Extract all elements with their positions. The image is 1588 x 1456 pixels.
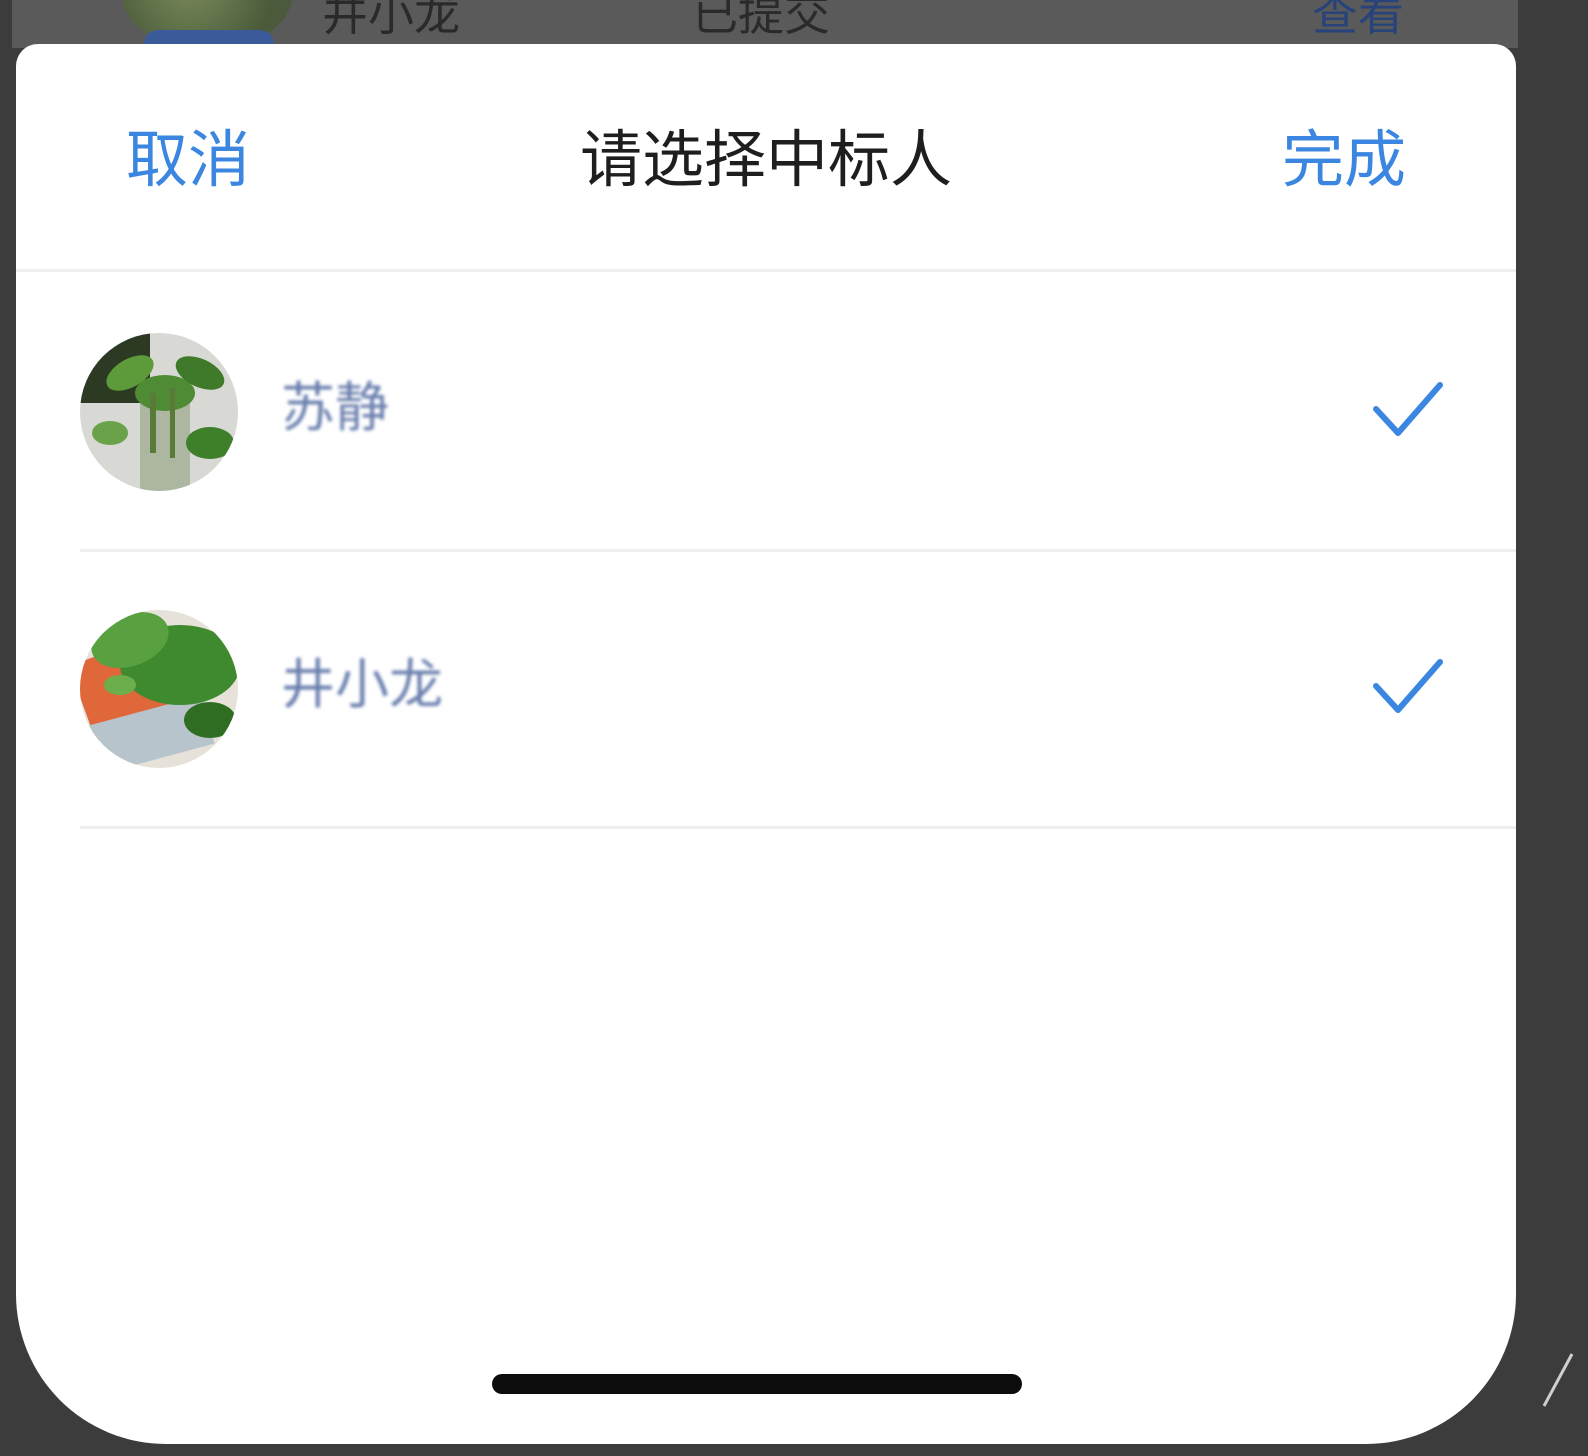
background-view-link: 查看 bbox=[1312, 0, 1404, 41]
corner-edge-line bbox=[1542, 1353, 1574, 1407]
sheet-header: 取消 请选择中标人 完成 bbox=[16, 44, 1516, 272]
list-item[interactable]: 井小龙 bbox=[16, 552, 1516, 829]
background-list-row: 井小龙 已提交 查看 bbox=[12, 0, 1518, 48]
checkmark-icon bbox=[1372, 379, 1444, 441]
avatar-plant-vase-icon bbox=[80, 333, 238, 491]
background-status: 已提交 bbox=[692, 0, 830, 41]
item-name: 井小龙 bbox=[281, 653, 443, 716]
selection-sheet: 取消 请选择中标人 完成 苏静 井小龙 bbox=[16, 44, 1516, 1444]
done-button[interactable]: 完成 bbox=[1282, 120, 1406, 200]
screen: 井小龙 已提交 查看 取消 请选择中标人 完成 苏静 井小龙 bbox=[0, 0, 1588, 1456]
checkmark-icon bbox=[1372, 656, 1444, 718]
avatar-plant-leaves-icon bbox=[80, 610, 238, 768]
bidder-list: 苏静 井小龙 bbox=[16, 275, 1516, 829]
home-indicator bbox=[492, 1374, 1022, 1394]
avatar bbox=[80, 610, 238, 768]
avatar bbox=[80, 333, 238, 491]
list-item[interactable]: 苏静 bbox=[16, 275, 1516, 552]
item-name: 苏静 bbox=[281, 376, 389, 439]
background-name: 井小龙 bbox=[322, 0, 460, 41]
